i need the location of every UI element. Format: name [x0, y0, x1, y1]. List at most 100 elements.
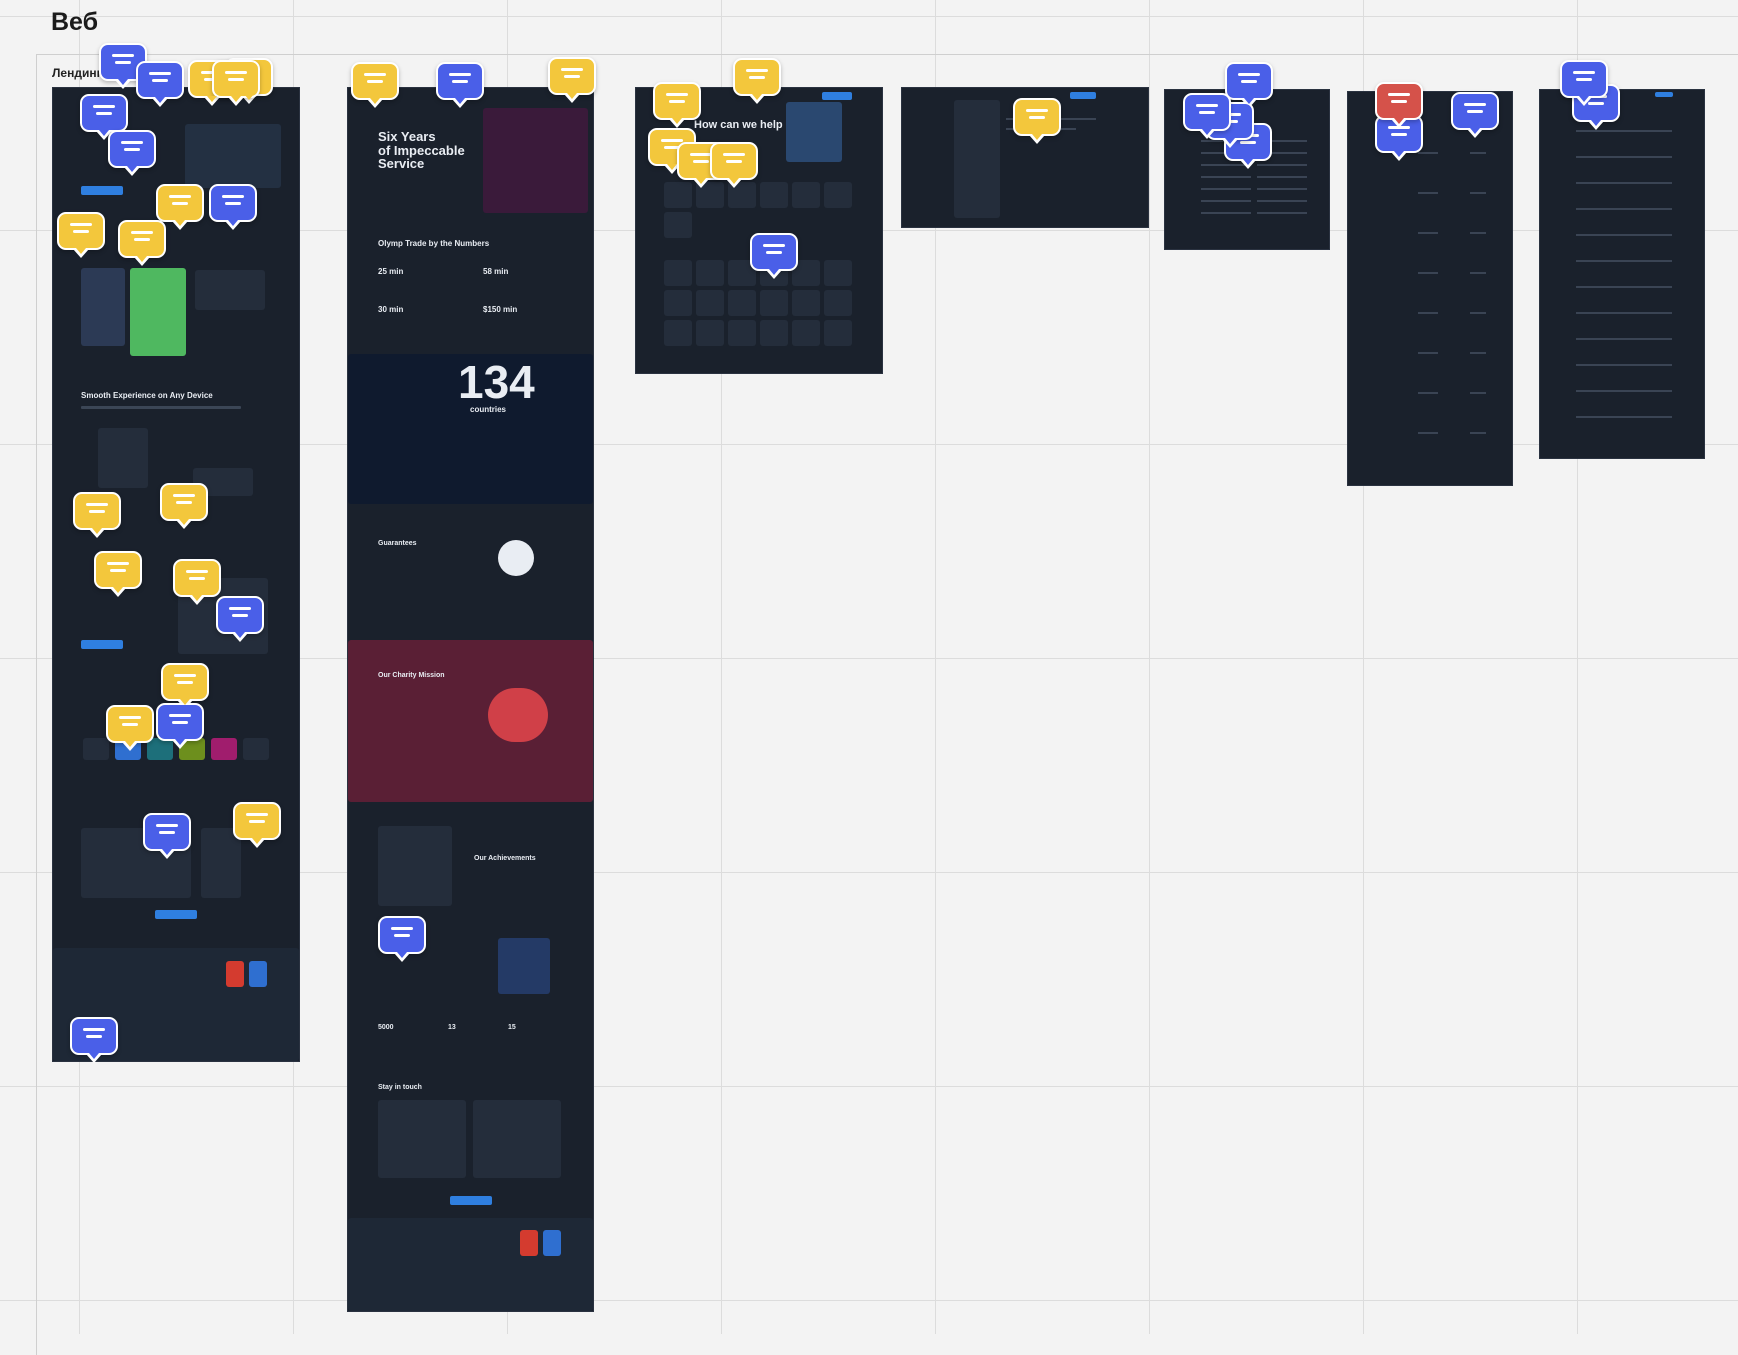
numbers-heading: Olymp Trade by the Numbers [378, 239, 490, 248]
comment-marker-blue[interactable] [1451, 92, 1499, 138]
comment-marker-blue[interactable] [216, 596, 264, 642]
hero-cta-button[interactable] [81, 186, 123, 195]
comment-marker-yellow[interactable] [106, 705, 154, 751]
hero-title: Six Years of Impeccable Service [378, 129, 465, 172]
frame-landing-two[interactable]: Six Years of Impeccable Service Olymp Tr… [348, 88, 593, 1311]
section-cta-button[interactable] [81, 640, 123, 649]
feed-header-button[interactable] [1655, 92, 1673, 97]
comment-marker-yellow[interactable] [1013, 98, 1061, 144]
achievement-stat-3: 15 [508, 1024, 516, 1031]
green-card [130, 268, 186, 356]
comment-icon [112, 54, 134, 68]
heart-icon [488, 688, 548, 742]
comment-marker-blue[interactable] [209, 184, 257, 230]
stat-3: 30 min [378, 305, 404, 314]
comment-icon [169, 195, 191, 209]
trophy-image [378, 826, 452, 906]
comment-icon [1238, 73, 1260, 87]
footer-badge-red [520, 1230, 538, 1256]
comment-marker-yellow[interactable] [118, 220, 166, 266]
stat-1: 25 min [378, 267, 404, 276]
comment-icon [86, 503, 108, 517]
comment-marker-blue[interactable] [80, 94, 128, 140]
comment-marker-red[interactable] [1375, 82, 1423, 128]
comment-icon [225, 71, 247, 85]
achievement-stat-1: 5000 [378, 1024, 394, 1031]
frame-long-list[interactable] [1348, 92, 1512, 485]
chart-card [195, 270, 265, 310]
comment-marker-yellow[interactable] [160, 483, 208, 529]
comment-marker-blue[interactable] [1183, 93, 1231, 139]
comment-marker-yellow[interactable] [733, 58, 781, 104]
comment-marker-yellow[interactable] [156, 184, 204, 230]
comment-marker-yellow[interactable] [653, 82, 701, 128]
comment-marker-blue[interactable] [750, 233, 798, 279]
comment-icon [763, 244, 785, 258]
guarantees-heading: Guarantees [378, 540, 417, 547]
comment-marker-blue[interactable] [70, 1017, 118, 1063]
comment-marker-blue[interactable] [1560, 60, 1608, 106]
comment-icon [1196, 104, 1218, 118]
comment-icon [746, 69, 768, 83]
comment-marker-yellow[interactable] [161, 663, 209, 709]
comment-marker-yellow[interactable] [73, 492, 121, 538]
headphones-image [498, 938, 550, 994]
help-title: How can we help [694, 119, 783, 131]
comment-icon [83, 1028, 105, 1042]
stat-2: 58 min [483, 267, 509, 276]
comment-icon [690, 153, 712, 167]
news-cta-button[interactable] [155, 910, 197, 919]
comment-icon [391, 927, 413, 941]
comment-icon [723, 153, 745, 167]
comment-marker-yellow[interactable] [710, 142, 758, 188]
comment-marker-yellow[interactable] [212, 60, 260, 106]
settings-save-button[interactable] [1070, 92, 1096, 99]
comment-marker-yellow[interactable] [233, 802, 281, 848]
footer-badge-blue [249, 961, 267, 987]
frame-feed[interactable] [1540, 90, 1704, 458]
comment-icon [666, 93, 688, 107]
charity-section [348, 640, 593, 802]
comment-icon [449, 73, 471, 87]
countries-caption: countries [470, 405, 507, 414]
comment-marker-yellow[interactable] [548, 57, 596, 103]
comment-icon [174, 674, 196, 688]
comment-marker-yellow[interactable] [173, 559, 221, 605]
comment-icon [70, 223, 92, 237]
comment-icon [1388, 93, 1410, 107]
comment-icon [131, 231, 153, 245]
comment-marker-yellow[interactable] [94, 551, 142, 597]
comment-icon [1573, 71, 1595, 85]
login-button[interactable] [822, 92, 852, 100]
comment-icon [93, 105, 115, 119]
comment-icon [246, 813, 268, 827]
section-label: Лендинг [52, 66, 102, 80]
comment-marker-blue[interactable] [436, 62, 484, 108]
phone-card [81, 268, 125, 346]
comment-icon [186, 570, 208, 584]
comment-marker-yellow[interactable] [57, 212, 105, 258]
bank-icon [498, 540, 534, 576]
achievements-heading: Our Achievements [474, 855, 536, 862]
comment-marker-blue[interactable] [378, 916, 426, 962]
app-card [473, 1100, 561, 1178]
comment-icon [1026, 109, 1048, 123]
stay-cta-button[interactable] [450, 1196, 492, 1205]
comment-marker-blue[interactable] [136, 61, 184, 107]
charity-heading: Our Charity Mission [378, 672, 445, 679]
board-title: Веб [51, 8, 99, 36]
devices-image [98, 428, 148, 488]
comment-marker-blue[interactable] [143, 813, 191, 859]
achievement-stat-2: 13 [448, 1024, 456, 1031]
comment-marker-blue[interactable] [108, 130, 156, 176]
comment-icon [229, 607, 251, 621]
comment-icon [561, 68, 583, 82]
comment-icon [121, 141, 143, 155]
comment-icon [156, 824, 178, 838]
comment-marker-blue[interactable] [1225, 62, 1273, 108]
comment-icon [1464, 103, 1486, 117]
comment-icon [364, 73, 386, 87]
comment-marker-blue[interactable] [156, 703, 204, 749]
comment-marker-yellow[interactable] [351, 62, 399, 108]
countries-number: 134 [458, 356, 535, 408]
